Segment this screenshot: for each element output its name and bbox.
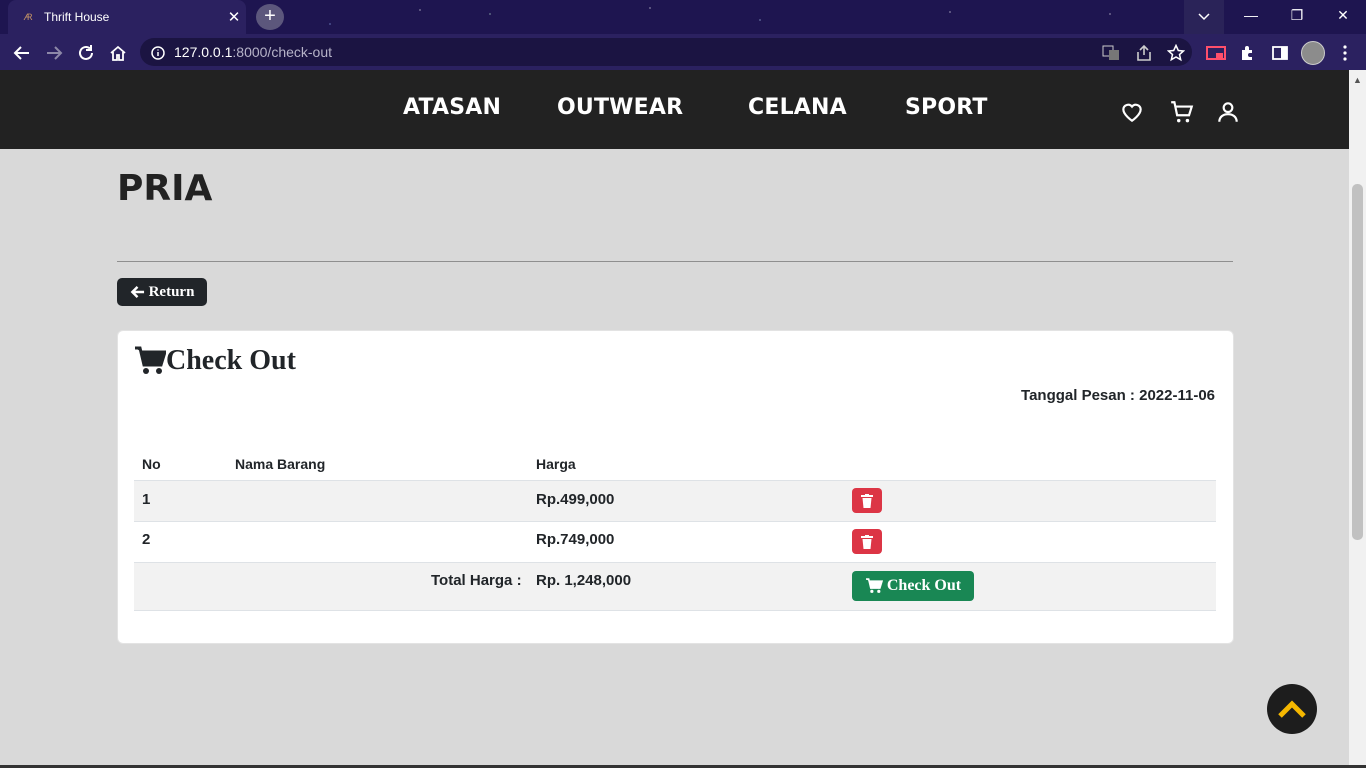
extensions-icon — [1242, 46, 1252, 60]
window-close-button[interactable]: ✕ — [1320, 0, 1366, 30]
cart-icon — [1171, 101, 1194, 123]
column-header-price: Harga — [536, 456, 576, 472]
table-row — [134, 521, 1216, 563]
cart-button[interactable] — [1169, 99, 1195, 125]
total-row — [134, 562, 1216, 611]
chevron-down-icon — [1198, 13, 1210, 21]
translate-button[interactable] — [1100, 42, 1122, 64]
row-number: 2 — [142, 531, 151, 548]
menu-icon — [1343, 45, 1347, 61]
back-to-top-button[interactable] — [1267, 684, 1317, 734]
scroll-up-arrow-icon[interactable]: ▲ — [1352, 75, 1363, 85]
nav-link-sport[interactable]: SPORT — [905, 95, 988, 120]
url-host: 127.0.0.1 — [174, 44, 233, 60]
side-panel-button[interactable] — [1269, 42, 1291, 64]
total-label: Total Harga : — [431, 572, 522, 589]
browser-tab[interactable]: 🜇 Thrift House ✕ — [8, 0, 246, 34]
back-icon — [13, 46, 29, 60]
shopping-cart-icon — [135, 346, 166, 374]
bookmark-button[interactable] — [1165, 42, 1187, 64]
arrow-left-icon — [130, 285, 144, 299]
wishlist-button[interactable] — [1119, 99, 1145, 125]
back-button[interactable] — [11, 42, 33, 64]
cast-button[interactable] — [1205, 42, 1227, 64]
item-price: Rp.749,000 — [536, 531, 615, 548]
return-label: Return — [148, 283, 195, 300]
bookmark-star-icon — [1167, 44, 1185, 62]
order-date: Tanggal Pesan : 2022-11-06 — [1021, 387, 1215, 404]
trash-icon — [861, 493, 873, 508]
share-icon — [1137, 44, 1151, 61]
heart-icon — [1122, 103, 1142, 122]
url-path: :8000/check-out — [232, 44, 333, 60]
nav-link-celana[interactable]: CELANA — [748, 95, 847, 120]
item-price: Rp.499,000 — [536, 491, 615, 508]
forward-button[interactable] — [43, 42, 65, 64]
translate-icon — [1102, 45, 1119, 60]
account-button[interactable] — [1215, 99, 1241, 125]
column-header-name: Nama Barang — [235, 456, 326, 472]
total-value: Rp. 1,248,000 — [536, 572, 632, 589]
chevron-up-icon — [1278, 700, 1306, 718]
checkout-title: Check Out — [166, 345, 296, 376]
extensions-button[interactable] — [1237, 42, 1259, 64]
restore-button[interactable]: ❐ — [1274, 0, 1320, 30]
cast-icon — [1206, 46, 1226, 60]
minimize-button[interactable]: — — [1228, 0, 1274, 30]
side-panel-icon — [1272, 46, 1288, 60]
page-title: PRIA — [117, 168, 213, 209]
home-button[interactable] — [107, 42, 129, 64]
tab-title: Thrift House — [44, 10, 110, 24]
return-button[interactable]: Return — [117, 278, 207, 306]
nav-link-outwear[interactable]: OUTWEAR — [557, 95, 683, 120]
nav-link-atasan[interactable]: ATASAN — [403, 95, 501, 120]
forward-icon — [47, 46, 63, 60]
url-text[interactable]: 127.0.0.1:8000/check-out — [174, 44, 332, 60]
tab-search-button[interactable] — [1184, 0, 1224, 34]
tab-close-button[interactable]: ✕ — [222, 8, 246, 26]
trash-icon — [861, 534, 873, 549]
site-favicon-icon: 🜇 — [23, 12, 33, 22]
column-header-no: No — [142, 456, 161, 472]
reload-icon — [79, 45, 93, 60]
new-tab-button[interactable]: + — [256, 4, 284, 30]
divider — [117, 261, 1233, 262]
shopping-cart-icon — [865, 578, 883, 593]
home-icon — [110, 45, 126, 61]
site-info-button[interactable] — [147, 42, 169, 64]
table-row — [134, 480, 1216, 522]
profile-avatar[interactable] — [1301, 41, 1325, 65]
checkout-heading: Check Out — [134, 345, 296, 377]
reload-button[interactable] — [75, 42, 97, 64]
checkout-button-label: Check Out — [886, 577, 962, 594]
browser-menu-button[interactable] — [1334, 42, 1356, 64]
share-button[interactable] — [1133, 42, 1155, 64]
delete-item-button[interactable] — [852, 488, 882, 513]
checkout-button[interactable]: Check Out — [852, 571, 974, 601]
delete-item-button[interactable] — [852, 529, 882, 554]
user-icon — [1218, 102, 1238, 122]
site-info-icon — [151, 46, 165, 60]
scrollbar-thumb[interactable] — [1352, 184, 1363, 540]
row-number: 1 — [142, 491, 151, 508]
